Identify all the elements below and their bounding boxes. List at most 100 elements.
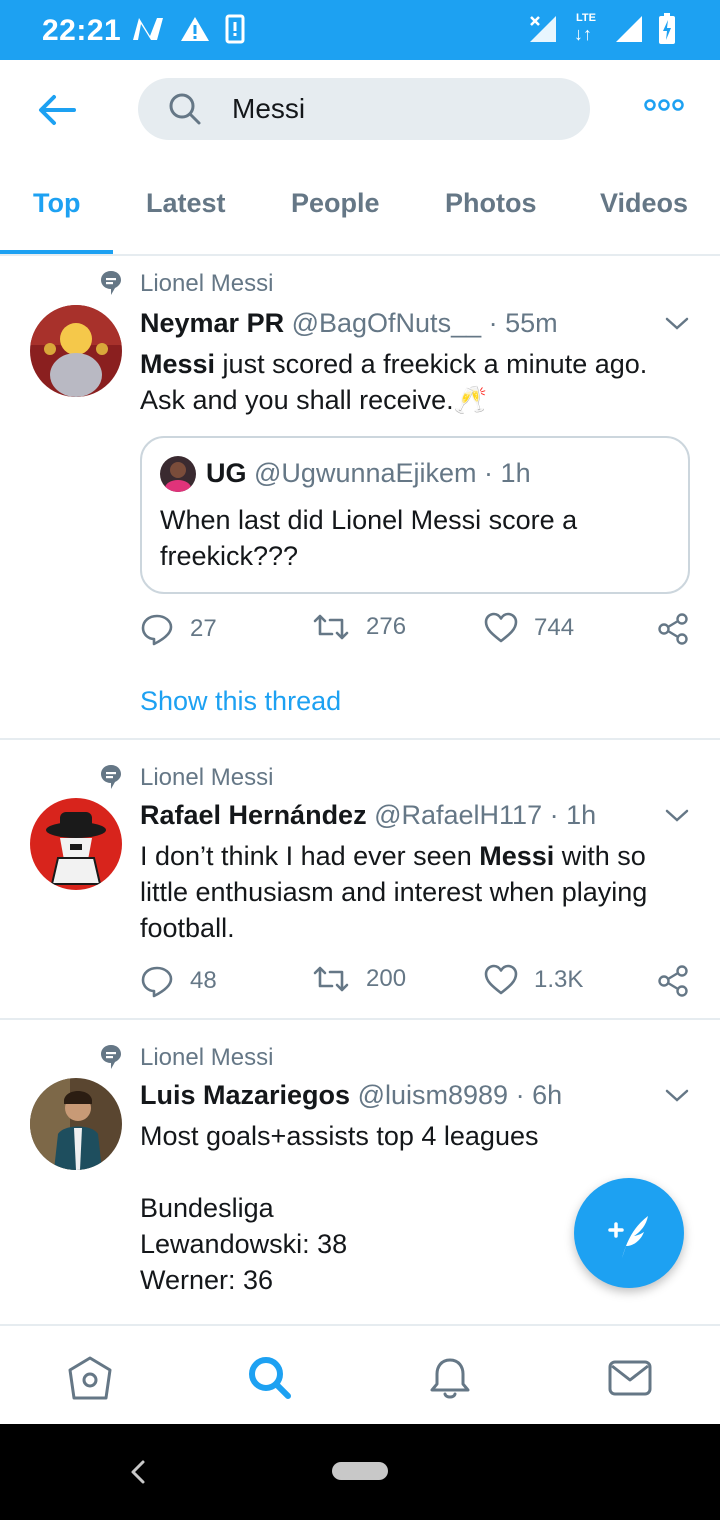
active-tab-indicator — [0, 250, 113, 254]
author-handle[interactable]: @BagOfNuts__ — [292, 308, 482, 338]
topic-context[interactable]: Lionel Messi — [140, 270, 273, 298]
reply-button[interactable]: 27 — [140, 612, 217, 646]
heart-icon — [484, 612, 518, 643]
like-count: 1.3K — [534, 966, 584, 993]
heart-icon — [484, 964, 518, 995]
chevron-down-icon[interactable] — [664, 808, 690, 824]
retweet-icon — [313, 966, 349, 992]
quoted-tweet-age: 1h — [500, 458, 531, 488]
separator-dot: · — [549, 800, 559, 830]
search-bar[interactable] — [138, 78, 590, 140]
tweet-line: Most goals+assists top 4 leagues — [140, 1121, 539, 1151]
chevron-down-icon[interactable] — [664, 1088, 690, 1104]
retweet-count: 276 — [366, 613, 407, 640]
avatar-image — [30, 305, 122, 397]
compose-tweet-button[interactable] — [574, 1178, 684, 1288]
signal-icon — [616, 16, 642, 42]
topic-icon — [101, 765, 121, 789]
topic-context[interactable]: Lionel Messi — [140, 1044, 273, 1072]
warning-icon — [181, 17, 209, 41]
author-name[interactable]: Neymar PR — [140, 308, 284, 338]
tab-latest[interactable]: Latest — [146, 188, 226, 219]
system-navigation-bar — [0, 1424, 720, 1520]
retweet-button[interactable]: 276 — [312, 612, 406, 642]
status-icons-right: LTE ↓↑ — [528, 12, 676, 46]
share-icon[interactable] — [656, 964, 690, 998]
tab-videos[interactable]: Videos — [600, 188, 688, 219]
quoted-author-handle: @UgwunnaEjikem — [254, 458, 477, 488]
quoted-text: When last did Lionel Messi score a freek… — [160, 505, 578, 571]
like-button[interactable]: 744 — [484, 612, 574, 644]
highlighted-keyword: Messi — [479, 841, 555, 871]
reply-count: 27 — [190, 615, 217, 642]
search-input[interactable] — [232, 88, 562, 130]
messages-icon[interactable] — [606, 1354, 654, 1402]
tab-photos[interactable]: Photos — [445, 188, 537, 219]
share-icon[interactable] — [656, 612, 690, 646]
home-icon[interactable] — [66, 1354, 114, 1402]
status-bar: 22:21 LTE ↓↑ — [0, 0, 720, 60]
avatar[interactable] — [30, 1078, 122, 1170]
compose-tweet-icon — [608, 1216, 648, 1258]
tweet-text-rest: just scored a freekick a minute ago. Ask… — [140, 349, 648, 415]
more-options-icon[interactable] — [644, 98, 684, 112]
topic-icon — [101, 271, 121, 295]
notifications-icon[interactable] — [426, 1354, 474, 1402]
retweet-icon — [313, 614, 349, 640]
separator-dot: · — [488, 308, 498, 338]
battery-charging-icon — [659, 13, 675, 44]
retweet-button[interactable]: 200 — [312, 964, 406, 994]
tab-top[interactable]: Top — [33, 188, 80, 219]
status-icons-left — [130, 14, 246, 44]
quoted-tweet[interactable]: UG @UgwunnaEjikem · 1h When last did Lio… — [140, 436, 690, 594]
reply-icon — [141, 614, 173, 646]
author-handle[interactable]: @RafaelH117 — [374, 800, 542, 830]
reply-count: 48 — [190, 967, 217, 994]
like-button[interactable]: 1.3K — [484, 964, 583, 996]
tweet-card[interactable]: Lionel Messi Rafael Hernández @RafaelH11… — [0, 740, 720, 1020]
vibrate-icon — [225, 14, 245, 44]
tweet-age: 1h — [566, 800, 597, 830]
retweet-count: 200 — [366, 965, 407, 992]
tweet-actions: 48 200 1.3K — [140, 964, 700, 1004]
quoted-avatar — [160, 456, 196, 492]
search-icon[interactable] — [246, 1354, 294, 1402]
tweet-header: Neymar PR @BagOfNuts__ · 55m — [140, 308, 558, 339]
topic-context[interactable]: Lionel Messi — [140, 764, 273, 792]
tweet-header: Luis Mazariegos @luism8989 · 6h — [140, 1080, 562, 1111]
system-home-pill[interactable] — [332, 1462, 388, 1480]
avatar[interactable] — [30, 305, 122, 397]
topic-icon — [101, 1045, 121, 1069]
search-tabs: Top Latest People Photos Videos — [0, 160, 720, 256]
show-thread-link[interactable]: Show this thread — [140, 686, 341, 717]
author-name[interactable]: Luis Mazariegos — [140, 1080, 350, 1110]
author-handle[interactable]: @luism8989 — [358, 1080, 508, 1110]
author-name[interactable]: Rafael Hernández — [140, 800, 367, 830]
reply-button[interactable]: 48 — [140, 964, 217, 998]
status-time: 22:21 — [42, 14, 122, 47]
avatar-image — [30, 798, 122, 890]
search-header — [0, 60, 720, 160]
chevron-down-icon[interactable] — [664, 316, 690, 332]
avatar-image — [30, 1078, 122, 1170]
nfc-icon — [133, 18, 163, 40]
cheers-emoji: 🥂 — [453, 385, 488, 415]
tweet-text: Messi just scored a freekick a minute ag… — [140, 346, 690, 418]
avatar[interactable] — [30, 798, 122, 890]
tweet-card[interactable]: Lionel Messi Neymar PR @BagOfNuts__ · 55… — [0, 258, 720, 740]
bottom-navigation — [0, 1324, 720, 1424]
search-icon — [169, 93, 201, 125]
tab-people[interactable]: People — [291, 188, 380, 219]
tweet-actions: 27 276 744 — [140, 612, 700, 652]
lte-label: LTE — [576, 12, 596, 24]
back-arrow-icon[interactable] — [34, 88, 82, 132]
reply-icon — [141, 966, 173, 998]
like-count: 744 — [534, 614, 575, 641]
tweet-age: 6h — [532, 1080, 563, 1110]
quoted-header: UG @UgwunnaEjikem · 1h — [206, 458, 531, 489]
system-back-icon[interactable] — [128, 1458, 148, 1486]
separator-dot: · — [515, 1080, 525, 1110]
tweet-age: 55m — [505, 308, 558, 338]
tweet-text: I don’t think I had ever seen Messi with… — [140, 838, 690, 946]
tweet-header: Rafael Hernández @RafaelH117 · 1h — [140, 800, 596, 831]
